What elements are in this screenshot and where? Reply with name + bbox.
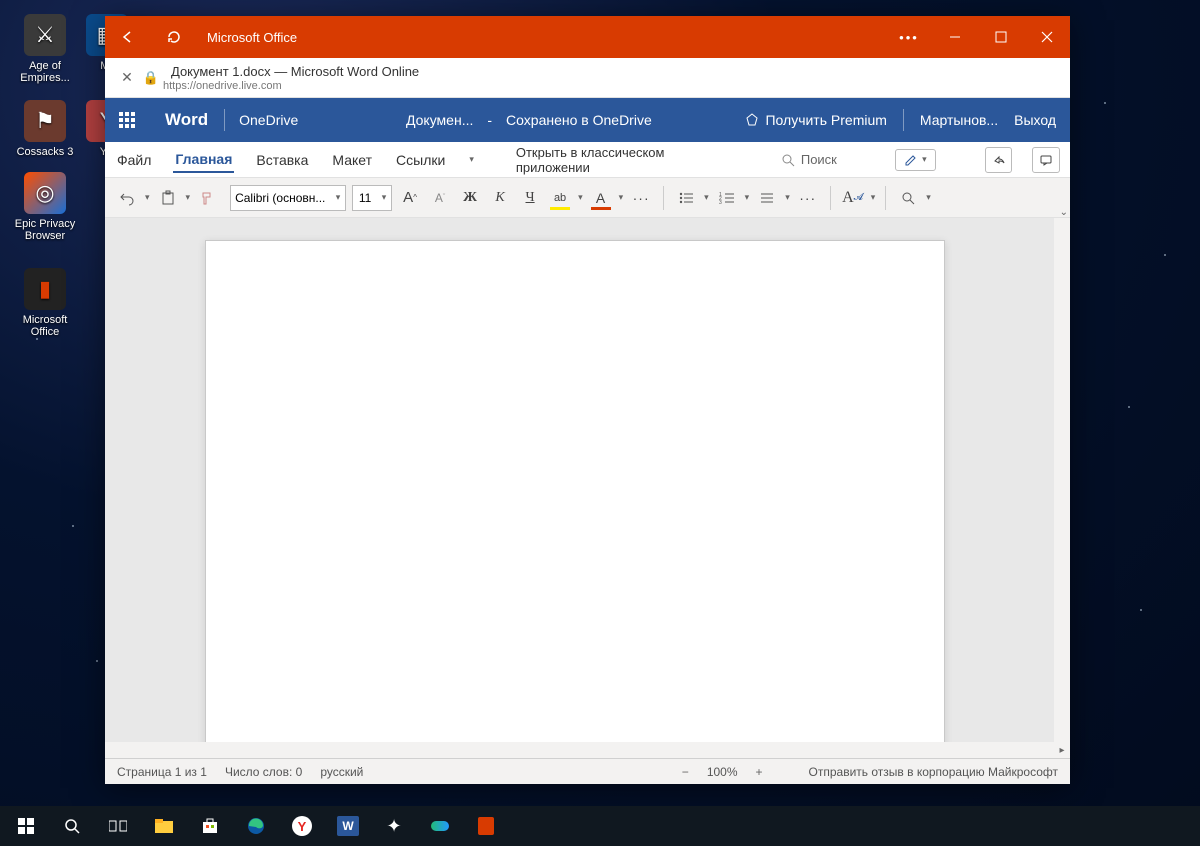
dash: - bbox=[487, 112, 492, 128]
titlebar: Microsoft Office ••• bbox=[105, 16, 1070, 58]
undo-button[interactable] bbox=[115, 185, 139, 211]
tab-insert[interactable]: Вставка bbox=[254, 148, 310, 172]
premium-button[interactable]: Получить Premium bbox=[745, 112, 886, 128]
explorer-icon[interactable] bbox=[144, 806, 184, 846]
saved-status[interactable]: Сохранено в OneDrive bbox=[506, 112, 652, 128]
share-button[interactable] bbox=[985, 147, 1013, 173]
more-font-button[interactable]: ··· bbox=[629, 185, 653, 211]
desktop-icon[interactable]: ▮Microsoft Office bbox=[8, 268, 82, 338]
font-size-select[interactable]: ▾ bbox=[352, 185, 392, 211]
editing-mode-button[interactable]: ▾ bbox=[895, 149, 936, 171]
word-count[interactable]: Число слов: 0 bbox=[225, 765, 302, 779]
page[interactable] bbox=[205, 240, 945, 758]
vertical-scrollbar[interactable] bbox=[1054, 218, 1070, 742]
icon-label: Age of Empires... bbox=[8, 60, 82, 84]
italic-button[interactable]: К bbox=[488, 185, 512, 211]
titlebar-title: Microsoft Office bbox=[207, 30, 297, 45]
tab-home[interactable]: Главная bbox=[173, 147, 234, 173]
page-title: Документ 1.docx — Microsoft Word Online bbox=[171, 64, 419, 79]
icon-label: Epic Privacy Browser bbox=[8, 218, 82, 242]
desktop-icon[interactable]: ⚔Age of Empires... bbox=[8, 14, 82, 84]
word-header: Word OneDrive Докумен... - Сохранено в O… bbox=[105, 98, 1070, 142]
styles-button[interactable]: A𝓐 bbox=[841, 185, 865, 211]
more-paragraph-button[interactable]: ··· bbox=[796, 185, 820, 211]
lock-icon: 🔒 bbox=[139, 70, 163, 86]
search-button[interactable] bbox=[52, 806, 92, 846]
taskbar: Y W ✦ bbox=[0, 806, 1200, 846]
undo-dropdown[interactable]: ▾ bbox=[145, 192, 150, 203]
close-tab-icon[interactable]: ✕ bbox=[115, 69, 139, 86]
close-button[interactable] bbox=[1024, 16, 1070, 58]
back-button[interactable] bbox=[105, 16, 151, 58]
tab-layout[interactable]: Макет bbox=[330, 148, 374, 172]
font-family-input[interactable] bbox=[231, 191, 331, 205]
desktop-icon[interactable]: ◎Epic Privacy Browser bbox=[8, 172, 82, 242]
font-size-input[interactable] bbox=[353, 191, 377, 205]
tab-file[interactable]: Файл bbox=[115, 148, 153, 172]
zoom-in-button[interactable]: + bbox=[756, 765, 763, 779]
word-icon[interactable]: W bbox=[328, 806, 368, 846]
paste-button[interactable] bbox=[156, 185, 180, 211]
icon-label: Microsoft Office bbox=[8, 314, 82, 338]
collapse-ribbon-button[interactable]: ⌄ bbox=[1060, 207, 1068, 218]
onedrive-link[interactable]: OneDrive bbox=[239, 112, 298, 128]
find-button[interactable] bbox=[896, 185, 920, 211]
page-counter[interactable]: Страница 1 из 1 bbox=[117, 765, 207, 779]
app-launcher-button[interactable] bbox=[105, 98, 149, 142]
font-family-select[interactable]: ▾ bbox=[230, 185, 346, 211]
tab-overflow[interactable]: ▾ bbox=[467, 150, 476, 169]
brand-label: Word bbox=[165, 110, 208, 130]
zoom-out-button[interactable]: − bbox=[682, 765, 689, 779]
status-bar: Страница 1 из 1 Число слов: 0 русский − … bbox=[105, 758, 1070, 784]
ribbon-tabs: Файл Главная Вставка Макет Ссылки ▾ Откр… bbox=[105, 142, 1070, 178]
scroll-right-button[interactable]: ▸ bbox=[1054, 742, 1070, 758]
app-icon-2[interactable] bbox=[420, 806, 460, 846]
bullets-button[interactable] bbox=[674, 185, 698, 211]
office-icon[interactable] bbox=[466, 806, 506, 846]
edge-icon[interactable] bbox=[236, 806, 276, 846]
svg-text:3: 3 bbox=[719, 200, 722, 205]
document-canvas[interactable]: ▸ bbox=[105, 218, 1070, 758]
refresh-button[interactable] bbox=[151, 16, 197, 58]
format-painter-button[interactable] bbox=[196, 185, 220, 211]
tab-references[interactable]: Ссылки bbox=[394, 148, 447, 172]
desktop-icon[interactable]: ⚑Cossacks 3 bbox=[8, 100, 82, 158]
bold-button[interactable]: Ж bbox=[458, 185, 482, 211]
app-window: Microsoft Office ••• ✕ 🔒 Документ 1.docx… bbox=[105, 16, 1070, 784]
highlight-button[interactable]: ab bbox=[548, 185, 572, 211]
user-name[interactable]: Мартынов... bbox=[920, 112, 998, 128]
decrease-font-button[interactable]: Aˇ bbox=[428, 185, 452, 211]
more-button[interactable]: ••• bbox=[886, 16, 932, 58]
yandex-icon[interactable]: Y bbox=[282, 806, 322, 846]
font-color-button[interactable]: A bbox=[589, 185, 613, 211]
search-box[interactable]: Поиск bbox=[781, 152, 837, 167]
start-button[interactable] bbox=[6, 806, 46, 846]
numbering-button[interactable]: 123 bbox=[715, 185, 739, 211]
toolbar: ▾ ▾ ▾ ▾ A^ Aˇ Ж К Ч ab▾ A▾ ··· ▾ bbox=[105, 178, 1070, 218]
zoom-level[interactable]: 100% bbox=[707, 765, 738, 779]
page-url: https://onedrive.live.com bbox=[163, 80, 419, 92]
store-icon[interactable] bbox=[190, 806, 230, 846]
icon-label: Cossacks 3 bbox=[8, 146, 82, 158]
task-view-button[interactable] bbox=[98, 806, 138, 846]
minimize-button[interactable] bbox=[932, 16, 978, 58]
horizontal-scrollbar[interactable] bbox=[105, 742, 1070, 758]
comments-button[interactable] bbox=[1032, 147, 1060, 173]
open-in-desktop[interactable]: Открыть в классическом приложении bbox=[516, 145, 723, 175]
align-button[interactable] bbox=[755, 185, 779, 211]
address-bar: ✕ 🔒 Документ 1.docx — Microsoft Word Onl… bbox=[105, 58, 1070, 98]
underline-button[interactable]: Ч bbox=[518, 185, 542, 211]
maximize-button[interactable] bbox=[978, 16, 1024, 58]
increase-font-button[interactable]: A^ bbox=[398, 185, 422, 211]
app-icon[interactable]: ✦ bbox=[374, 806, 414, 846]
language[interactable]: русский bbox=[320, 765, 363, 779]
document-name[interactable]: Докумен... bbox=[406, 112, 473, 128]
feedback-link[interactable]: Отправить отзыв в корпорацию Майкрософт bbox=[809, 765, 1058, 779]
paste-dropdown[interactable]: ▾ bbox=[186, 192, 191, 203]
exit-link[interactable]: Выход bbox=[1014, 112, 1056, 128]
